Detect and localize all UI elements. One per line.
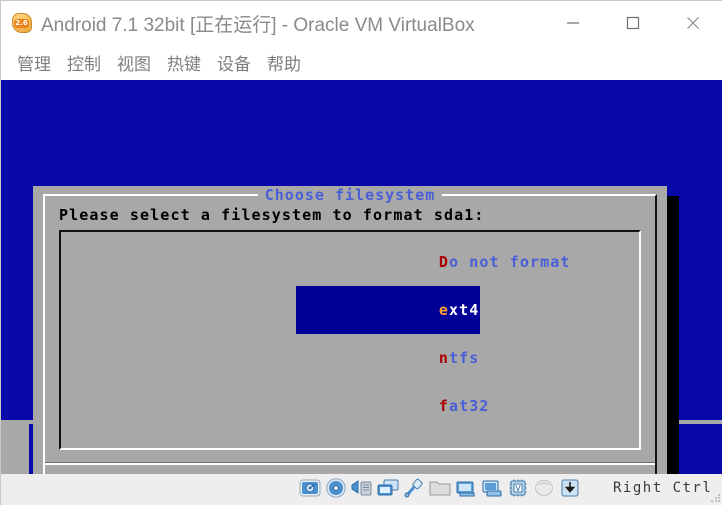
network-icon[interactable]	[351, 477, 373, 499]
list-item-ntfs[interactable]: ntfs	[296, 334, 480, 382]
svg-text:V: V	[515, 484, 521, 493]
remote-display-icon[interactable]	[481, 477, 503, 499]
filesystem-list: Do not format ext4 ntfs fat32	[296, 238, 572, 430]
hard-disk-icon[interactable]	[299, 477, 321, 499]
list-item-label: tfs	[448, 349, 480, 367]
list-item-label: xt4	[448, 301, 480, 319]
vm-gray-strip-left	[1, 420, 29, 474]
display-icon[interactable]	[377, 477, 399, 499]
filesystem-listbox[interactable]: Do not format ext4 ntfs fat32	[59, 230, 641, 450]
dialog-separator	[45, 462, 655, 465]
list-item-do-not-format[interactable]: Do not format	[296, 238, 572, 286]
shared-folder-icon[interactable]	[429, 477, 451, 499]
menu-item-hotkeys[interactable]: 热键	[159, 48, 209, 77]
title-dash-right	[442, 194, 459, 196]
virtualbox-window: 2.6 Android 7.1 32bit [正在运行] - Oracle VM…	[0, 0, 722, 505]
choose-filesystem-dialog: Choose filesystem Please select a filesy…	[33, 186, 667, 474]
optical-disk-icon[interactable]	[325, 477, 347, 499]
list-item-hotkey: n	[438, 349, 449, 367]
window-titlebar: 2.6 Android 7.1 32bit [正在运行] - Oracle VM…	[1, 1, 722, 45]
host-key-label: Right Ctrl	[613, 480, 713, 496]
minimize-button[interactable]	[543, 1, 603, 45]
dialog-frame: Choose filesystem Please select a filesy…	[43, 186, 657, 474]
statusbar-icons: V	[299, 477, 581, 499]
cpu-virtualization-icon[interactable]: V	[507, 477, 529, 499]
host-key-icon[interactable]	[559, 477, 581, 499]
menu-item-help[interactable]: 帮助	[259, 48, 309, 77]
virtualbox-vm-icon: 2.6	[11, 12, 33, 34]
list-item-label: at32	[448, 397, 490, 415]
vm-icon-badge: 2.6	[14, 19, 29, 28]
list-item-hotkey: f	[438, 397, 449, 415]
dialog-title: Choose filesystem	[257, 186, 443, 204]
maximize-button[interactable]	[603, 1, 663, 45]
dialog-title-bar: Choose filesystem	[45, 186, 655, 204]
menu-item-devices[interactable]: 设备	[209, 48, 259, 77]
resize-grip[interactable]	[710, 493, 720, 503]
title-dash-left	[241, 194, 258, 196]
window-title: Android 7.1 32bit [正在运行] - Oracle VM Vir…	[41, 14, 475, 36]
statusbar: 中关村在线zol.com.cn	[1, 474, 722, 505]
menu-item-control[interactable]: 控制	[59, 48, 109, 77]
list-item-label: o not format	[448, 253, 571, 271]
mouse-integration-icon[interactable]	[533, 477, 555, 499]
list-item-hotkey: e	[438, 301, 449, 319]
menu-item-manage[interactable]: 管理	[9, 48, 59, 77]
list-item-hotkey: D	[438, 253, 449, 271]
video-capture-icon[interactable]	[455, 477, 477, 499]
usb-icon[interactable]	[403, 477, 425, 499]
window-controls	[543, 1, 722, 45]
list-item-fat32[interactable]: fat32	[296, 382, 491, 430]
close-button[interactable]	[663, 1, 722, 45]
list-item-ext4[interactable]: ext4	[296, 286, 481, 334]
menu-item-view[interactable]: 视图	[109, 48, 159, 77]
vm-display[interactable]: Choose filesystem Please select a filesy…	[1, 80, 722, 474]
dialog-prompt: Please select a filesystem to format sda…	[59, 206, 485, 224]
menubar: 管理 控制 视图 热键 设备 帮助	[1, 45, 722, 80]
